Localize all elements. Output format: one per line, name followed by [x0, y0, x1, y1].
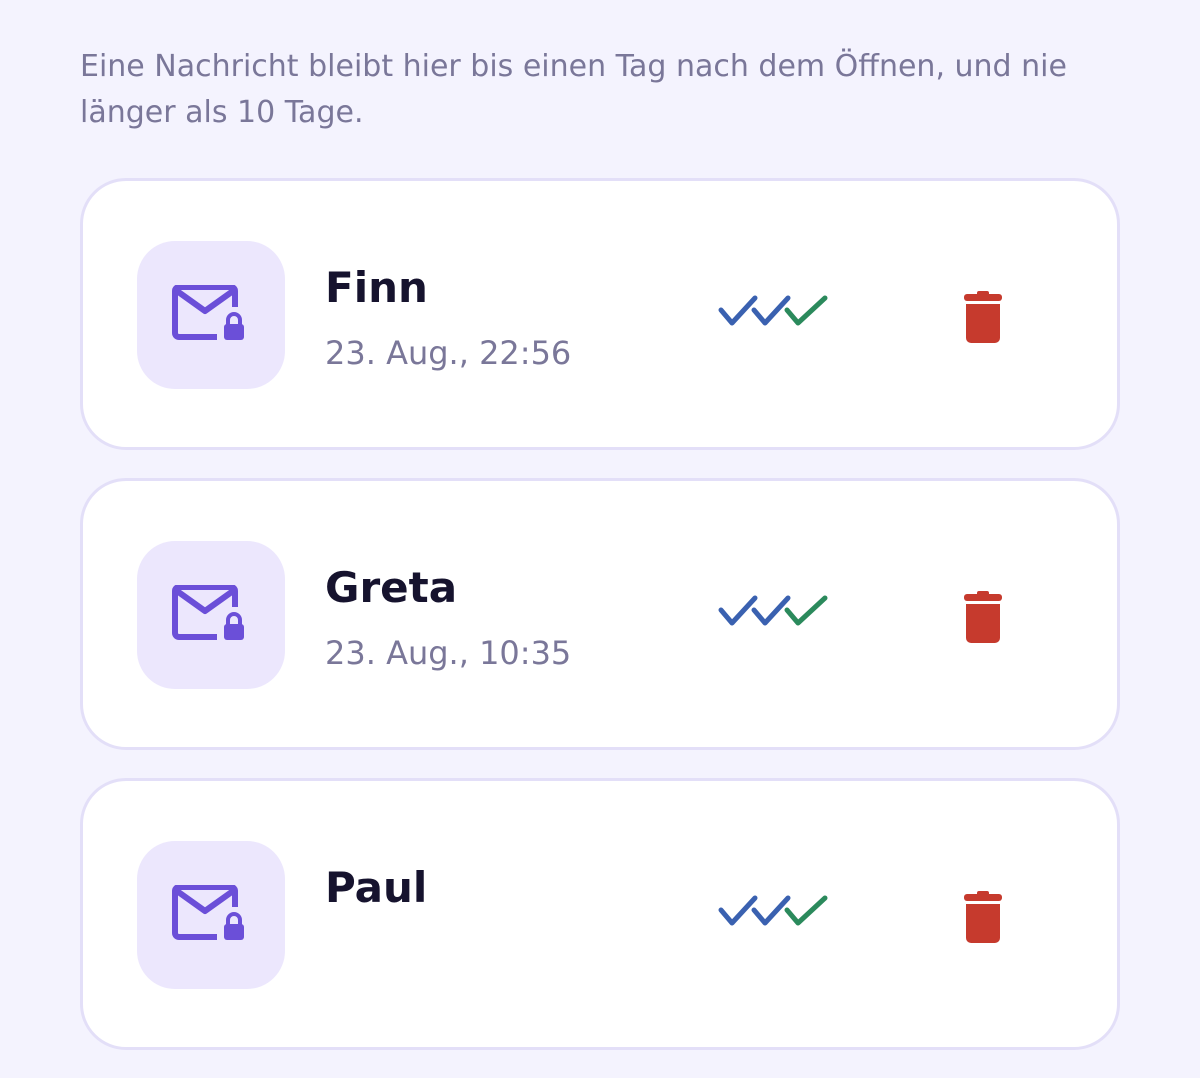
- envelope-icon-tile: [137, 841, 285, 989]
- retention-info-text: Eine Nachricht bleibt hier bis einen Tag…: [80, 49, 1067, 130]
- sender-name: Paul: [325, 863, 428, 912]
- locked-envelope-icon: [172, 885, 244, 940]
- sent-timestamp: 23. Aug., 22:56: [325, 334, 572, 372]
- triple-check-icon: [718, 595, 828, 626]
- message-card[interactable]: Greta 23. Aug., 10:35: [80, 478, 1120, 750]
- message-card[interactable]: Finn 23. Aug., 22:56: [80, 178, 1120, 450]
- sender-name: Greta: [325, 563, 458, 612]
- delete-button[interactable]: [943, 577, 1023, 657]
- triple-check-icon: [718, 895, 828, 926]
- message-list: Finn 23. Aug., 22:56 Greta 23. Aug., 10:…: [80, 178, 1120, 1078]
- envelope-icon-tile: [137, 241, 285, 389]
- trash-icon: [964, 591, 1002, 643]
- message-card[interactable]: Paul: [80, 778, 1120, 1050]
- trash-icon: [964, 891, 1002, 943]
- triple-check-icon: [718, 295, 828, 326]
- sent-timestamp: 23. Aug., 10:35: [325, 634, 572, 672]
- trash-icon: [964, 291, 1002, 343]
- delete-button[interactable]: [943, 877, 1023, 957]
- delete-button[interactable]: [943, 277, 1023, 357]
- envelope-icon-tile: [137, 541, 285, 689]
- locked-envelope-icon: [172, 285, 244, 340]
- sender-name: Finn: [325, 263, 428, 312]
- locked-envelope-icon: [172, 585, 244, 640]
